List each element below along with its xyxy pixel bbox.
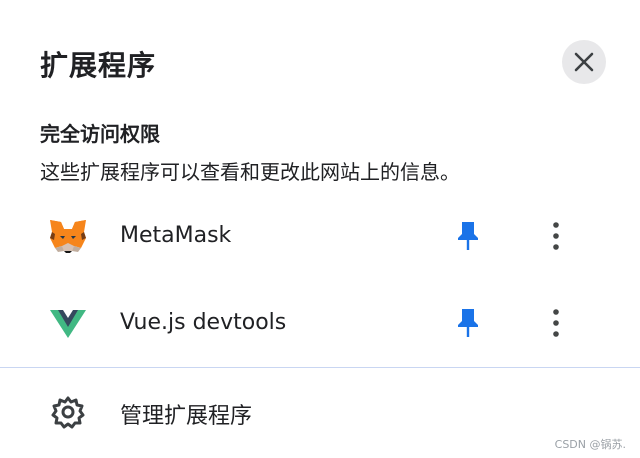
pin-icon [458, 309, 478, 337]
metamask-fox-icon [50, 220, 86, 253]
pin-button-vue-devtools[interactable] [449, 304, 487, 342]
pin-icon [458, 222, 478, 250]
vue-logo-icon [50, 310, 86, 338]
more-vertical-icon [553, 222, 559, 250]
gear-icon [51, 396, 85, 429]
more-vertical-icon [553, 309, 559, 337]
extension-name-metamask: MetaMask [120, 223, 232, 248]
close-button[interactable] [562, 40, 606, 84]
extension-row-vue-devtools[interactable]: Vue.js devtools [0, 280, 640, 366]
watermark-text: CSDN @锅苏. [554, 438, 626, 451]
manage-extensions-label: 管理扩展程序 [120, 404, 253, 429]
pin-button-metamask[interactable] [449, 217, 487, 255]
manage-extensions-button[interactable]: 管理扩展程序 [0, 372, 640, 452]
popup-title: 扩展程序 [40, 49, 157, 82]
more-options-button-vue-devtools[interactable] [538, 304, 574, 342]
extension-name-vue-devtools: Vue.js devtools [120, 310, 287, 335]
extension-row-metamask[interactable]: MetaMask [0, 193, 640, 279]
more-options-button-metamask[interactable] [538, 217, 574, 255]
extensions-popup: 扩展程序 完全访问权限 这些扩展程序可以查看和更改此网站上的信息。 MetaMa… [0, 0, 640, 458]
full-access-description: 这些扩展程序可以查看和更改此网站上的信息。 [40, 160, 460, 184]
full-access-heading: 完全访问权限 [40, 122, 160, 146]
section-divider [0, 367, 640, 368]
close-icon [574, 52, 594, 72]
